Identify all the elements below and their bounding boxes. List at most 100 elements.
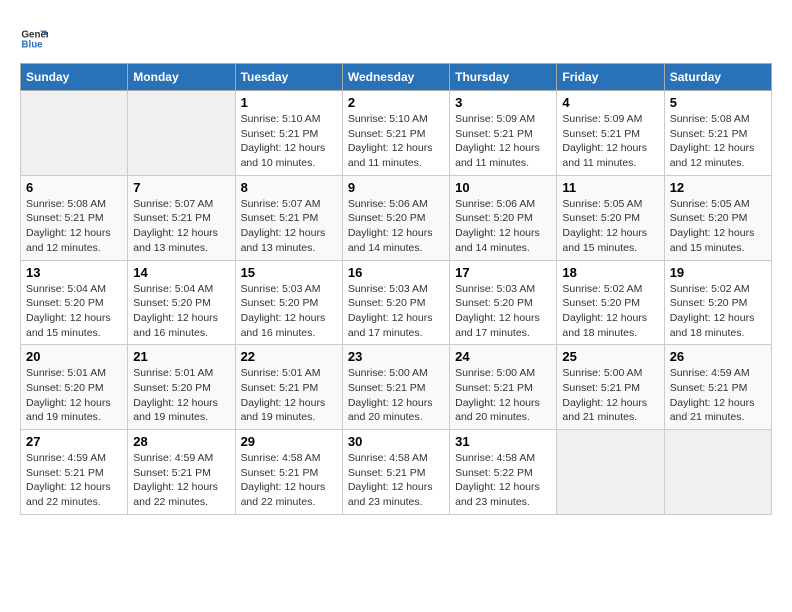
day-info: Sunrise: 4:59 AMSunset: 5:21 PMDaylight:… bbox=[26, 451, 122, 510]
day-info: Sunrise: 5:01 AMSunset: 5:20 PMDaylight:… bbox=[26, 366, 122, 425]
calendar-cell: 12 Sunrise: 5:05 AMSunset: 5:20 PMDaylig… bbox=[664, 175, 771, 260]
day-header-friday: Friday bbox=[557, 64, 664, 91]
day-info: Sunrise: 4:58 AMSunset: 5:22 PMDaylight:… bbox=[455, 451, 551, 510]
calendar-table: SundayMondayTuesdayWednesdayThursdayFrid… bbox=[20, 63, 772, 515]
day-number: 18 bbox=[562, 265, 658, 280]
day-number: 10 bbox=[455, 180, 551, 195]
day-header-saturday: Saturday bbox=[664, 64, 771, 91]
day-info: Sunrise: 5:07 AMSunset: 5:21 PMDaylight:… bbox=[133, 197, 229, 256]
day-number: 28 bbox=[133, 434, 229, 449]
day-info: Sunrise: 4:59 AMSunset: 5:21 PMDaylight:… bbox=[670, 366, 766, 425]
day-number: 14 bbox=[133, 265, 229, 280]
day-info: Sunrise: 5:09 AMSunset: 5:21 PMDaylight:… bbox=[562, 112, 658, 171]
calendar-cell: 19 Sunrise: 5:02 AMSunset: 5:20 PMDaylig… bbox=[664, 260, 771, 345]
day-info: Sunrise: 5:10 AMSunset: 5:21 PMDaylight:… bbox=[241, 112, 337, 171]
day-info: Sunrise: 5:10 AMSunset: 5:21 PMDaylight:… bbox=[348, 112, 444, 171]
day-number: 1 bbox=[241, 95, 337, 110]
day-number: 16 bbox=[348, 265, 444, 280]
calendar-cell bbox=[557, 430, 664, 515]
calendar-cell: 5 Sunrise: 5:08 AMSunset: 5:21 PMDayligh… bbox=[664, 91, 771, 176]
day-info: Sunrise: 5:06 AMSunset: 5:20 PMDaylight:… bbox=[455, 197, 551, 256]
calendar-cell bbox=[128, 91, 235, 176]
day-number: 23 bbox=[348, 349, 444, 364]
day-number: 4 bbox=[562, 95, 658, 110]
day-number: 30 bbox=[348, 434, 444, 449]
day-number: 9 bbox=[348, 180, 444, 195]
calendar-body: 1 Sunrise: 5:10 AMSunset: 5:21 PMDayligh… bbox=[21, 91, 772, 515]
calendar-cell: 13 Sunrise: 5:04 AMSunset: 5:20 PMDaylig… bbox=[21, 260, 128, 345]
day-info: Sunrise: 5:03 AMSunset: 5:20 PMDaylight:… bbox=[241, 282, 337, 341]
day-info: Sunrise: 5:00 AMSunset: 5:21 PMDaylight:… bbox=[348, 366, 444, 425]
logo-icon: General Blue bbox=[20, 25, 48, 53]
day-header-tuesday: Tuesday bbox=[235, 64, 342, 91]
svg-text:Blue: Blue bbox=[21, 39, 43, 50]
day-number: 20 bbox=[26, 349, 122, 364]
calendar-cell: 2 Sunrise: 5:10 AMSunset: 5:21 PMDayligh… bbox=[342, 91, 449, 176]
calendar-cell: 1 Sunrise: 5:10 AMSunset: 5:21 PMDayligh… bbox=[235, 91, 342, 176]
calendar-cell: 29 Sunrise: 4:58 AMSunset: 5:21 PMDaylig… bbox=[235, 430, 342, 515]
day-number: 2 bbox=[348, 95, 444, 110]
day-info: Sunrise: 4:58 AMSunset: 5:21 PMDaylight:… bbox=[348, 451, 444, 510]
calendar-cell: 14 Sunrise: 5:04 AMSunset: 5:20 PMDaylig… bbox=[128, 260, 235, 345]
calendar-cell: 3 Sunrise: 5:09 AMSunset: 5:21 PMDayligh… bbox=[450, 91, 557, 176]
day-info: Sunrise: 5:02 AMSunset: 5:20 PMDaylight:… bbox=[670, 282, 766, 341]
day-info: Sunrise: 5:03 AMSunset: 5:20 PMDaylight:… bbox=[348, 282, 444, 341]
day-number: 17 bbox=[455, 265, 551, 280]
day-header-monday: Monday bbox=[128, 64, 235, 91]
calendar-cell: 8 Sunrise: 5:07 AMSunset: 5:21 PMDayligh… bbox=[235, 175, 342, 260]
day-header-thursday: Thursday bbox=[450, 64, 557, 91]
calendar-header-row: SundayMondayTuesdayWednesdayThursdayFrid… bbox=[21, 64, 772, 91]
day-info: Sunrise: 5:05 AMSunset: 5:20 PMDaylight:… bbox=[562, 197, 658, 256]
calendar-cell: 4 Sunrise: 5:09 AMSunset: 5:21 PMDayligh… bbox=[557, 91, 664, 176]
day-number: 6 bbox=[26, 180, 122, 195]
calendar-cell: 10 Sunrise: 5:06 AMSunset: 5:20 PMDaylig… bbox=[450, 175, 557, 260]
day-info: Sunrise: 4:59 AMSunset: 5:21 PMDaylight:… bbox=[133, 451, 229, 510]
day-number: 8 bbox=[241, 180, 337, 195]
day-info: Sunrise: 5:02 AMSunset: 5:20 PMDaylight:… bbox=[562, 282, 658, 341]
calendar-cell: 24 Sunrise: 5:00 AMSunset: 5:21 PMDaylig… bbox=[450, 345, 557, 430]
day-number: 12 bbox=[670, 180, 766, 195]
calendar-cell: 15 Sunrise: 5:03 AMSunset: 5:20 PMDaylig… bbox=[235, 260, 342, 345]
day-number: 31 bbox=[455, 434, 551, 449]
day-info: Sunrise: 4:58 AMSunset: 5:21 PMDaylight:… bbox=[241, 451, 337, 510]
calendar-cell: 7 Sunrise: 5:07 AMSunset: 5:21 PMDayligh… bbox=[128, 175, 235, 260]
day-header-sunday: Sunday bbox=[21, 64, 128, 91]
calendar-cell: 26 Sunrise: 4:59 AMSunset: 5:21 PMDaylig… bbox=[664, 345, 771, 430]
page-header: General Blue bbox=[20, 20, 772, 53]
calendar-cell: 18 Sunrise: 5:02 AMSunset: 5:20 PMDaylig… bbox=[557, 260, 664, 345]
calendar-cell: 6 Sunrise: 5:08 AMSunset: 5:21 PMDayligh… bbox=[21, 175, 128, 260]
calendar-week-4: 20 Sunrise: 5:01 AMSunset: 5:20 PMDaylig… bbox=[21, 345, 772, 430]
day-info: Sunrise: 5:00 AMSunset: 5:21 PMDaylight:… bbox=[455, 366, 551, 425]
day-number: 11 bbox=[562, 180, 658, 195]
calendar-cell: 17 Sunrise: 5:03 AMSunset: 5:20 PMDaylig… bbox=[450, 260, 557, 345]
calendar-week-3: 13 Sunrise: 5:04 AMSunset: 5:20 PMDaylig… bbox=[21, 260, 772, 345]
day-info: Sunrise: 5:09 AMSunset: 5:21 PMDaylight:… bbox=[455, 112, 551, 171]
calendar-cell bbox=[664, 430, 771, 515]
day-number: 21 bbox=[133, 349, 229, 364]
calendar-week-2: 6 Sunrise: 5:08 AMSunset: 5:21 PMDayligh… bbox=[21, 175, 772, 260]
calendar-cell: 23 Sunrise: 5:00 AMSunset: 5:21 PMDaylig… bbox=[342, 345, 449, 430]
day-number: 13 bbox=[26, 265, 122, 280]
day-number: 3 bbox=[455, 95, 551, 110]
calendar-cell: 28 Sunrise: 4:59 AMSunset: 5:21 PMDaylig… bbox=[128, 430, 235, 515]
calendar-cell: 22 Sunrise: 5:01 AMSunset: 5:21 PMDaylig… bbox=[235, 345, 342, 430]
calendar-cell: 25 Sunrise: 5:00 AMSunset: 5:21 PMDaylig… bbox=[557, 345, 664, 430]
calendar-cell: 27 Sunrise: 4:59 AMSunset: 5:21 PMDaylig… bbox=[21, 430, 128, 515]
day-info: Sunrise: 5:04 AMSunset: 5:20 PMDaylight:… bbox=[26, 282, 122, 341]
day-info: Sunrise: 5:01 AMSunset: 5:21 PMDaylight:… bbox=[241, 366, 337, 425]
calendar-cell: 21 Sunrise: 5:01 AMSunset: 5:20 PMDaylig… bbox=[128, 345, 235, 430]
calendar-cell: 11 Sunrise: 5:05 AMSunset: 5:20 PMDaylig… bbox=[557, 175, 664, 260]
logo: General Blue bbox=[20, 25, 52, 53]
day-info: Sunrise: 5:08 AMSunset: 5:21 PMDaylight:… bbox=[26, 197, 122, 256]
day-number: 15 bbox=[241, 265, 337, 280]
calendar-cell: 9 Sunrise: 5:06 AMSunset: 5:20 PMDayligh… bbox=[342, 175, 449, 260]
day-info: Sunrise: 5:00 AMSunset: 5:21 PMDaylight:… bbox=[562, 366, 658, 425]
day-info: Sunrise: 5:08 AMSunset: 5:21 PMDaylight:… bbox=[670, 112, 766, 171]
day-number: 25 bbox=[562, 349, 658, 364]
calendar-cell: 30 Sunrise: 4:58 AMSunset: 5:21 PMDaylig… bbox=[342, 430, 449, 515]
day-number: 7 bbox=[133, 180, 229, 195]
day-header-wednesday: Wednesday bbox=[342, 64, 449, 91]
calendar-cell: 20 Sunrise: 5:01 AMSunset: 5:20 PMDaylig… bbox=[21, 345, 128, 430]
day-info: Sunrise: 5:05 AMSunset: 5:20 PMDaylight:… bbox=[670, 197, 766, 256]
day-info: Sunrise: 5:03 AMSunset: 5:20 PMDaylight:… bbox=[455, 282, 551, 341]
